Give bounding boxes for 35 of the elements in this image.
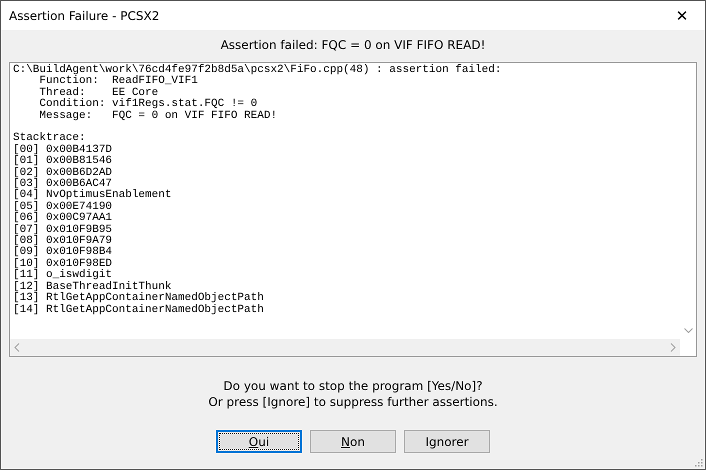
horizontal-scrollbar[interactable] (10, 339, 680, 356)
resize-grip-icon[interactable] (693, 457, 703, 467)
log-line: [08] 0x010F9A79 (13, 236, 114, 248)
log-line: [14] RtlGetAppContainerNamedObjectPath (13, 304, 265, 316)
log-line: Thread: EE Core (38, 88, 158, 99)
dialog-button[interactable]: Ignorer (404, 430, 490, 453)
log-line: [05] 0x00E74190 (13, 202, 114, 213)
log-line: [03] 0x00B6AC47 (13, 179, 112, 190)
log-line: [02] 0x00B6D2AD (13, 168, 114, 179)
log-line: [04] NvOptimusEnablement (13, 190, 172, 202)
log-line: Function: ReadFIFO_VIF1 (38, 76, 199, 88)
log-line: Stacktrace: (13, 133, 87, 144)
log-text-area[interactable] (9, 62, 697, 357)
log-line: [01] 0x00B81546 (13, 156, 114, 168)
window-title: Assertion Failure - PCSX2 (9, 8, 160, 22)
log-line: Condition: vif1Regs.stat.FQC != 0 (38, 99, 258, 110)
log-line: [12] BaseThreadInitThunk (13, 282, 172, 293)
log-line: [09] 0x010F98B4 (13, 247, 114, 258)
chevron-down-icon[interactable] (684, 328, 692, 334)
close-button[interactable]: ✕ (659, 1, 705, 30)
chevron-left-icon[interactable] (14, 343, 20, 352)
dialog-button[interactable]: Oui (216, 430, 302, 453)
log-line: C:\BuildAgent\work\76cd4fe97f2b8d5a\pcsx2\FiFo.cpp(48) : assertion failed: (13, 65, 502, 76)
log-line: [11] o_iswdigit (13, 270, 112, 282)
log-line: [10] 0x010F98ED (13, 258, 114, 270)
log-line: [07] 0x010F9B95 (13, 224, 114, 236)
assertion-heading: Assertion failed: FQC = 0 on VIF FIFO READ! (220, 37, 486, 54)
prompt-text: Or press [Ignore] to suppress further assertions. (208, 395, 498, 410)
chevron-right-icon[interactable] (670, 343, 676, 352)
log-line: [00] 0x00B4137D (13, 144, 114, 156)
log-line: Message: FQC = 0 on VIF FIFO READ! (38, 110, 278, 122)
dialog-button[interactable]: Non (310, 430, 396, 453)
prompt-text: Do you want to stop the program [Yes/No]? (223, 379, 483, 394)
log-line: [13] RtlGetAppContainerNamedObjectPath (13, 293, 265, 304)
log-line: [06] 0x00C97AA1 (13, 213, 114, 224)
